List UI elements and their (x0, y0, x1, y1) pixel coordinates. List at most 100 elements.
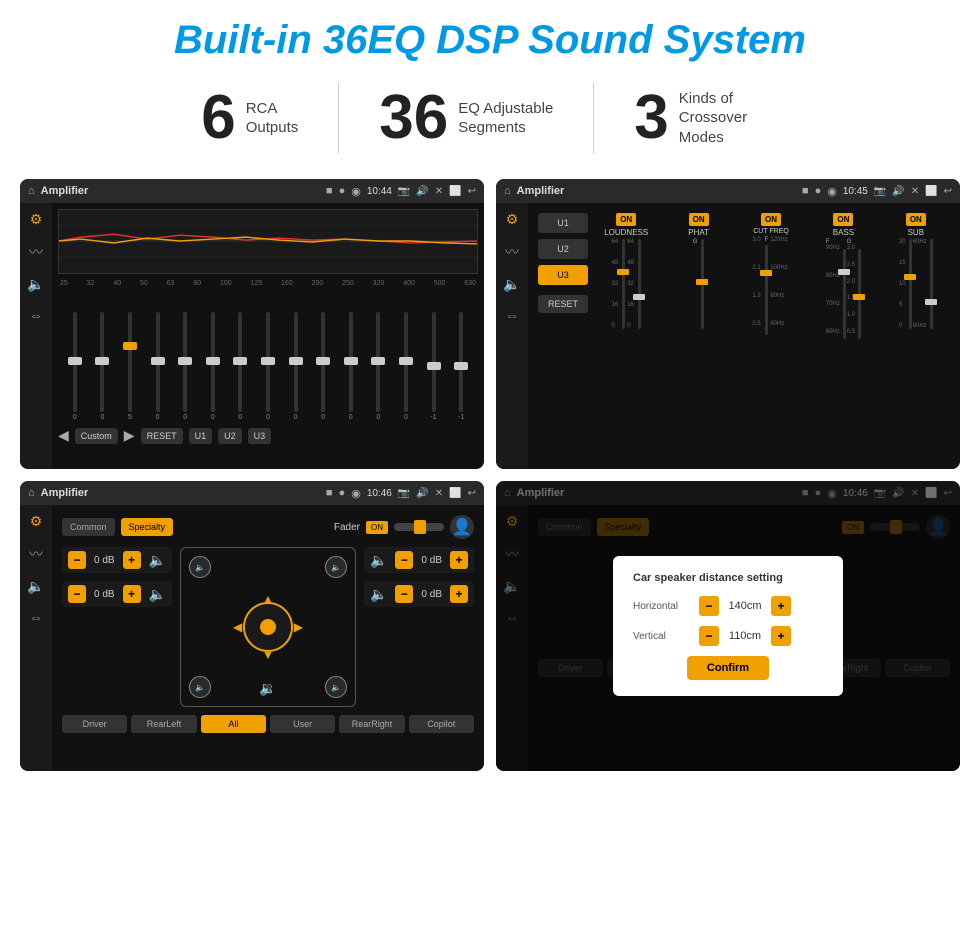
eq-icon-3[interactable]: ⚙ (30, 513, 43, 530)
rearright-button[interactable]: RearRight (339, 715, 404, 733)
dialog-vertical-label: Vertical (633, 631, 693, 642)
u3-button[interactable]: U3 (248, 428, 272, 444)
vol-tl-minus[interactable]: − (68, 551, 86, 569)
window-icon: ⬜ (449, 186, 461, 197)
preset-u2[interactable]: U2 (538, 239, 588, 259)
u1-button[interactable]: U1 (189, 428, 213, 444)
vol-bl-val: 0 dB (90, 589, 119, 600)
crossover-reset[interactable]: RESET (538, 295, 588, 313)
preset-u3[interactable]: U3 (538, 265, 588, 285)
arrow-right-icon: ▶ (294, 620, 303, 634)
dot-icon-2: ● (815, 185, 822, 197)
settings-icon: ■ (326, 185, 333, 197)
eq-slider-6: 0 (228, 312, 254, 421)
arrows-icon[interactable]: ⇔ (29, 307, 43, 323)
channel-cutfreq: ON CUT FREQ 3.0 2.1 1.3 0.5 F (737, 213, 805, 459)
next-button[interactable]: ▶ (124, 427, 135, 444)
speaker-icon-3[interactable]: 🔈 (27, 578, 44, 595)
loudness-toggle[interactable]: ON (616, 213, 636, 226)
fader-label: Fader (334, 522, 360, 533)
settings-icon-3: ■ (326, 487, 333, 499)
copilot-button[interactable]: Copilot (409, 715, 474, 733)
eq-sidebar: ⚙ 〰 🔈 ⇔ (20, 203, 52, 469)
arrows-icon-2[interactable]: ⇔ (505, 307, 519, 323)
vol-br-minus[interactable]: − (395, 585, 413, 603)
eq-icon[interactable]: ⚙ (30, 211, 43, 228)
eq-icon-2[interactable]: ⚙ (506, 211, 519, 228)
speaker-tl: 🔈 (189, 556, 211, 578)
camera-icon-2: 📷 (874, 186, 886, 197)
eq-time: 10:44 (367, 186, 392, 197)
dot-icon: ● (339, 185, 346, 197)
profile-icon[interactable]: 👤 (450, 515, 474, 539)
arrows-icon-3[interactable]: ⇔ (29, 609, 43, 625)
vol-row-br: 🔈 − 0 dB + (364, 581, 474, 607)
rearleft-button[interactable]: RearLeft (131, 715, 196, 733)
stat-number-rca: 6 (201, 87, 235, 149)
preset-u1[interactable]: U1 (538, 213, 588, 233)
stat-label-crossover: Kinds of Crossover Modes (679, 89, 779, 148)
reset-button[interactable]: RESET (141, 428, 183, 444)
horizontal-plus[interactable]: + (771, 596, 791, 616)
vertical-value: 110cm (725, 630, 765, 642)
fader-tab-row: Common Specialty Fader ON 👤 (62, 515, 474, 539)
vertical-plus[interactable]: + (771, 626, 791, 646)
phat-toggle[interactable]: ON (689, 213, 709, 226)
prev-button[interactable]: ◀ (58, 427, 69, 444)
fader-joystick[interactable]: ▲ ▼ ◀ ▶ (233, 592, 303, 662)
fader-screen: ⌂ Amplifier ■ ● ◉ 10:46 📷 🔊 ✕ ⬜ ↩ ⚙ 〰 🔈 … (20, 481, 484, 771)
specialty-tab[interactable]: Specialty (121, 518, 174, 536)
confirm-button[interactable]: Confirm (687, 656, 769, 680)
fader-slider[interactable] (394, 523, 444, 531)
close-icon-2: ✕ (911, 186, 919, 197)
crossover-title: Amplifier (517, 185, 796, 197)
phat-name: PHAT (688, 228, 709, 237)
close-icon: ✕ (435, 186, 443, 197)
u2-button[interactable]: U2 (218, 428, 242, 444)
fader-thumb (414, 520, 426, 534)
stat-number-crossover: 3 (634, 87, 668, 149)
window-icon-3: ⬜ (449, 488, 461, 499)
distance-screen: ⌂ Amplifier ■ ● ◉ 10:46 📷 🔊 ✕ ⬜ ↩ ⚙ 〰 🔈 … (496, 481, 960, 771)
dialog-vertical-row: Vertical − 110cm + (633, 626, 823, 646)
wave-icon-3[interactable]: 〰 (29, 544, 43, 564)
cutfreq-name: CUT FREQ (753, 228, 789, 235)
volume-icon-3: 🔊 (416, 488, 428, 499)
speaker-tr-icon: 🔈 (370, 552, 387, 569)
fader-inner: Common Specialty Fader ON 👤 − (58, 511, 478, 737)
vol-tr-minus[interactable]: − (395, 551, 413, 569)
custom-button[interactable]: Custom (75, 428, 118, 444)
eq-slider-9: 0 (310, 312, 336, 421)
speaker-icon[interactable]: 🔈 (27, 276, 44, 293)
dialog-title: Car speaker distance setting (633, 572, 823, 584)
horizontal-minus[interactable]: − (699, 596, 719, 616)
bass-toggle[interactable]: ON (833, 213, 853, 226)
driver-button[interactable]: Driver (62, 715, 127, 733)
speaker-icon-2[interactable]: 🔈 (503, 276, 520, 293)
vol-tr-plus[interactable]: + (450, 551, 468, 569)
eq-slider-2: 5 (117, 312, 143, 421)
common-tab[interactable]: Common (62, 518, 115, 536)
sub-toggle[interactable]: ON (906, 213, 926, 226)
wave-icon[interactable]: 〰 (29, 242, 43, 262)
vol-tl-plus[interactable]: + (123, 551, 141, 569)
location-icon-2: ◉ (827, 185, 837, 198)
vol-bl-minus[interactable]: − (68, 585, 86, 603)
horizontal-value: 140cm (725, 600, 765, 612)
user-button[interactable]: User (270, 715, 335, 733)
crossover-topbar: ⌂ Amplifier ■ ● ◉ 10:45 📷 🔊 ✕ ⬜ ↩ (496, 179, 960, 203)
eq-slider-12: 0 (393, 312, 419, 421)
crossover-channels: ON LOUDNESS 64 48 32 16 0 (592, 213, 950, 459)
channel-bass: ON BASS F 90Hz 80Hz 70Hz 60Hz (809, 213, 877, 459)
vertical-minus[interactable]: − (699, 626, 719, 646)
vol-br-plus[interactable]: + (450, 585, 468, 603)
wave-icon-2[interactable]: 〰 (505, 242, 519, 262)
all-button[interactable]: All (201, 715, 266, 733)
vol-bl-plus[interactable]: + (123, 585, 141, 603)
settings-icon-2: ■ (802, 185, 809, 197)
close-icon-3: ✕ (435, 488, 443, 499)
channel-loudness: ON LOUDNESS 64 48 32 16 0 (592, 213, 660, 459)
cutfreq-toggle[interactable]: ON (761, 213, 781, 226)
eq-slider-8: 0 (283, 312, 309, 421)
eq-content: ⚙ 〰 🔈 ⇔ (20, 203, 484, 469)
